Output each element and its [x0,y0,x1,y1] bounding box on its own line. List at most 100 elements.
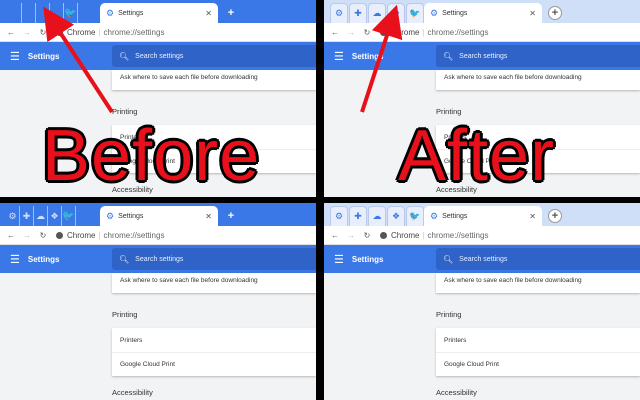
search-icon: 🔍︎ [119,51,130,61]
forward-icon[interactable]: → [346,231,356,240]
pinned-tab-dropbox[interactable] [50,3,64,23]
twitter-icon: 🐦 [409,211,421,221]
search-input[interactable]: 🔍︎ Search settings [112,45,316,67]
chrome-icon [56,231,63,239]
ask-download-row: Ask where to save each file before downl… [120,74,258,81]
downloads-card[interactable]: Ask where to save each file before downl… [112,70,316,90]
tab-settings[interactable]: ⚙ Settings ✕ [100,3,218,23]
downloads-card[interactable]: Ask where to save each file before downl… [112,273,316,293]
new-tab-button[interactable]: + [548,209,562,223]
tab-settings[interactable]: ⚙ Settings ✕ [100,206,218,226]
pinned-tab-settings[interactable]: ⚙ [6,206,20,226]
printers-label: Printers [120,336,143,344]
pinned-tab-extensions[interactable]: ✚ [349,3,367,23]
pinned-tab-dropbox[interactable]: ❖ [387,206,405,226]
search-placeholder: Search settings [135,255,184,263]
pinned-tab-settings[interactable] [8,3,22,23]
omnibox-url[interactable]: chrome://settings [104,28,165,37]
omnibox-url[interactable]: chrome://settings [104,231,165,240]
menu-icon[interactable]: ☰ [334,253,344,266]
search-placeholder: Search settings [135,52,184,60]
dropbox-icon: ❖ [50,210,59,221]
pinned-tab-extensions[interactable]: ✚ [349,206,367,226]
site-label: Chrome [391,230,420,240]
reload-icon[interactable]: ↻ [38,231,48,240]
tab-strip: ⚙ ✚ ☁ ❖ 🐦 ⚙ Settings ✕ + [0,203,316,226]
menu-icon[interactable]: ☰ [334,50,344,63]
printers-row[interactable]: Printers [436,328,640,352]
page-title: Settings [351,51,384,61]
pinned-tab-cloud[interactable]: ☁ [34,206,48,226]
pinned-tab-cloud[interactable]: ☁ [368,206,386,226]
ask-download-row: Ask where to save each file before downl… [120,277,258,284]
pinned-tab-twitter[interactable]: 🐦 [406,206,424,226]
search-input[interactable]: 🔍︎ Search settings [436,248,640,270]
printers-row[interactable]: Printers [112,328,316,352]
pinned-tab-twitter[interactable]: 🐦 [62,206,76,226]
cloud-print-row[interactable]: Google Cloud Print [436,352,640,376]
close-icon[interactable]: ✕ [529,9,536,18]
menu-icon[interactable]: ☰ [10,253,20,266]
settings-icon: ⚙ [430,7,439,18]
tab-title: Settings [118,9,144,17]
reload-icon[interactable]: ↻ [38,28,48,37]
close-icon[interactable]: ✕ [205,212,212,221]
close-icon[interactable]: ✕ [529,212,536,221]
downloads-card[interactable]: Ask where to save each file before downl… [436,273,640,293]
printing-card: Printers Google Cloud Print [112,328,316,376]
new-tab-button[interactable]: + [224,6,238,20]
new-tab-button[interactable]: + [548,6,562,20]
settings-icon: ⚙ [8,210,17,221]
pinned-tabs: ⚙ ✚ ☁ ❖ 🐦 [6,206,76,226]
search-input[interactable]: 🔍︎ Search settings [112,248,316,270]
after-caption: After [398,116,556,196]
menu-icon[interactable]: ☰ [10,50,20,63]
back-icon[interactable]: ← [6,231,16,240]
pinned-tab-settings[interactable]: ⚙ [330,206,348,226]
pinned-tab-dropbox[interactable]: ❖ [48,206,62,226]
site-label: Chrome [67,230,96,240]
search-icon: 🔍︎ [119,254,130,264]
search-placeholder: Search settings [459,255,508,263]
omnibox-separator: | [422,27,425,37]
pinned-tab-twitter[interactable]: 🐦 [64,3,78,23]
twitter-icon: 🐦 [62,210,75,222]
forward-icon[interactable]: → [22,231,32,240]
reload-icon[interactable]: ↻ [362,28,372,37]
pinned-tab-cloud[interactable] [36,3,50,23]
tab-title: Settings [118,212,144,220]
page-title: Settings [351,254,384,264]
downloads-card[interactable]: Ask where to save each file before downl… [436,70,640,90]
search-icon: 🔍︎ [443,254,454,264]
site-chip: Chrome [380,231,419,240]
pinned-tab-twitter[interactable]: 🐦 [406,3,424,23]
settings-icon: ⚙ [106,7,115,18]
puzzle-icon: ✚ [22,210,31,221]
omnibox-separator: | [98,27,101,37]
new-tab-button[interactable]: + [224,209,238,223]
pinned-tab-extensions[interactable] [22,3,36,23]
cloud-print-row[interactable]: Google Cloud Print [112,352,316,376]
omnibox-url[interactable]: chrome://settings [428,28,489,37]
settings-icon: ⚙ [106,210,115,221]
tab-strip: ⚙ ✚ ☁ ❖ 🐦 ⚙ Settings ✕ + [324,0,640,23]
site-label: Chrome [67,27,96,37]
pinned-tab-cloud[interactable]: ☁ [368,3,386,23]
tab-settings[interactable]: ⚙ Settings ✕ [424,3,542,23]
reload-icon[interactable]: ↻ [362,231,372,240]
search-input[interactable]: 🔍︎ Search settings [436,45,640,67]
pinned-tab-settings[interactable]: ⚙ [330,3,348,23]
pinned-tab-dropbox[interactable]: ❖ [387,3,405,23]
chrome-icon [56,28,63,36]
close-icon[interactable]: ✕ [205,9,212,18]
forward-icon[interactable]: → [346,28,356,37]
back-icon[interactable]: ← [330,28,340,37]
site-chip: Chrome [380,28,419,37]
omnibox-url[interactable]: chrome://settings [428,231,489,240]
settings-icon: ⚙ [334,8,344,18]
tab-settings[interactable]: ⚙ Settings ✕ [424,206,542,226]
back-icon[interactable]: ← [330,231,340,240]
back-icon[interactable]: ← [6,28,16,37]
forward-icon[interactable]: → [22,28,32,37]
pinned-tab-extensions[interactable]: ✚ [20,206,34,226]
